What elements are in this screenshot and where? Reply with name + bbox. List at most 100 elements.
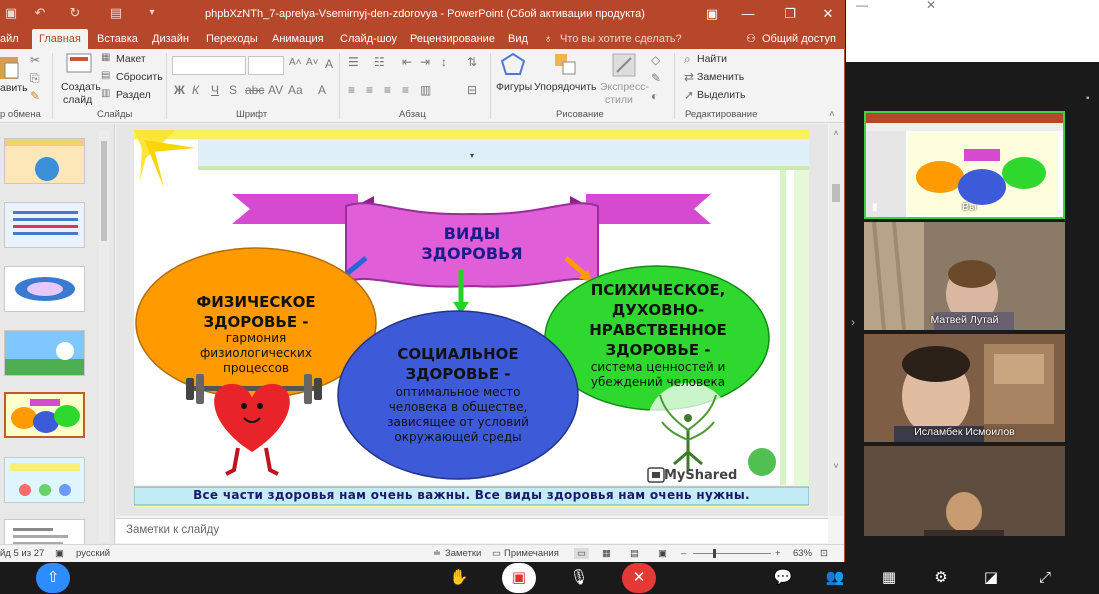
quick-styles-button[interactable]: Экспресс- <box>600 81 649 93</box>
columns-icon[interactable]: ▥ <box>420 83 431 97</box>
expand-panel-icon[interactable]: › <box>851 315 855 329</box>
background-minimize-icon[interactable]: — <box>856 0 868 12</box>
underline-icon[interactable]: Ч <box>211 83 219 97</box>
customize-qat-icon[interactable]: ▾ <box>144 5 160 21</box>
slide-thumbnail-4[interactable] <box>4 330 85 376</box>
undo-icon[interactable]: ↶ <box>32 5 48 21</box>
find-button[interactable]: Найти <box>697 53 727 65</box>
replace-button[interactable]: Заменить <box>697 71 744 83</box>
close-icon[interactable]: ✕ <box>818 4 838 24</box>
indent-decrease-icon[interactable]: ⇤ <box>402 55 412 69</box>
slide-thumbnail-1[interactable] <box>4 138 85 184</box>
numbering-icon[interactable]: ☷ <box>374 55 385 69</box>
background-close-icon[interactable]: ✕ <box>926 0 936 12</box>
fit-slide-icon[interactable]: ⊡ <box>820 548 828 559</box>
reset-button[interactable]: Сбросить <box>116 71 163 83</box>
participant-tile-1[interactable]: Матвей Лутай <box>864 222 1065 330</box>
paste-icon[interactable] <box>0 53 22 81</box>
shapes-icon[interactable] <box>500 52 528 78</box>
settings-gear-icon[interactable]: ⚙ <box>924 563 958 593</box>
tab-review[interactable]: Рецензирование <box>410 29 495 49</box>
video-off-button[interactable]: ▣ <box>502 563 536 593</box>
cut-icon[interactable]: ✂ <box>30 53 40 67</box>
new-slide-label-2[interactable]: слайд <box>63 94 92 106</box>
tab-animation[interactable]: Анимация <box>272 29 324 49</box>
tab-slideshow[interactable]: Слайд-шоу <box>340 29 397 49</box>
microphone-button[interactable]: 🎙 <box>562 563 596 593</box>
redo-icon[interactable]: ↻ <box>67 5 83 21</box>
tab-transitions[interactable]: Переходы <box>206 29 258 49</box>
tab-home[interactable]: Главная <box>32 29 88 49</box>
zoom-out-icon[interactable]: – <box>681 548 686 559</box>
start-slideshow-icon[interactable]: ▤ <box>108 5 124 21</box>
shadow-icon[interactable]: S <box>229 83 237 97</box>
quick-styles-button-2[interactable]: стили <box>605 94 633 106</box>
participant-tile-self[interactable]: Вы ▮ <box>864 111 1065 219</box>
shape-fill-icon[interactable]: ◇ <box>651 53 660 67</box>
align-text-icon[interactable]: ⊟ <box>467 83 477 97</box>
spacing-icon[interactable]: AV <box>268 83 283 97</box>
font-shrink-icon[interactable]: A˅ <box>306 57 319 68</box>
collapse-ribbon-icon[interactable]: ˄ <box>829 109 835 120</box>
fullscreen-button[interactable]: ⤢ <box>1028 563 1062 593</box>
share-screen-button[interactable]: ⇧ <box>36 563 70 593</box>
ribbon-display-icon[interactable]: ▣ <box>702 4 722 24</box>
minimize-view-button[interactable]: ◪ <box>974 563 1008 593</box>
slide-thumbnail-2[interactable] <box>4 202 85 248</box>
shape-outline-icon[interactable]: ✎ <box>651 71 661 85</box>
leave-meeting-button[interactable]: ✕ <box>622 563 656 593</box>
text-direction-icon[interactable]: ⇅ <box>467 55 477 69</box>
zoom-level[interactable]: 63% <box>793 548 812 559</box>
notes-toggle[interactable]: Заметки <box>445 548 481 559</box>
tab-view[interactable]: Вид <box>508 29 528 49</box>
slide-sorter-icon[interactable]: ▦ <box>602 548 611 559</box>
scroll-thumb[interactable] <box>101 141 107 241</box>
align-center-icon[interactable]: ≡ <box>366 83 373 97</box>
zoom-slider-thumb[interactable] <box>713 549 716 558</box>
current-slide[interactable]: ▾ ВИДЫ ЗДОРОВЬЯ ФИЗИЧЕСКОЕ ЗДОРОВЬЕ - га… <box>134 130 809 507</box>
zoom-slider[interactable] <box>693 553 771 554</box>
new-slide-icon[interactable] <box>66 53 92 75</box>
change-case-icon[interactable]: Aa <box>288 83 303 97</box>
normal-view-icon[interactable]: ▭ <box>574 548 589 559</box>
reading-view-icon[interactable]: ▤ <box>630 548 639 559</box>
slide-notes-pane[interactable]: Заметки к слайду <box>116 518 828 543</box>
participant-tile-2[interactable]: Исламбек Исмоилов <box>864 334 1065 442</box>
paste-button-label[interactable]: авить <box>0 82 28 94</box>
chat-button[interactable]: 💬 <box>766 563 800 593</box>
zoom-in-icon[interactable]: + <box>775 548 781 559</box>
justify-icon[interactable]: ≡ <box>402 83 409 97</box>
raise-hand-button[interactable]: ✋ <box>442 563 476 593</box>
tab-insert[interactable]: Вставка <box>97 29 138 49</box>
minimize-icon[interactable]: — <box>738 4 758 24</box>
thumbnail-scrollbar[interactable] <box>99 131 109 543</box>
arrange-button[interactable]: Упорядочить <box>534 81 596 93</box>
font-family-combo[interactable] <box>172 56 246 75</box>
font-size-combo[interactable] <box>248 56 284 75</box>
select-button[interactable]: Выделить <box>697 89 745 101</box>
slide-thumbnail-3[interactable] <box>4 266 85 312</box>
tab-file[interactable]: айл <box>0 29 19 49</box>
align-right-icon[interactable]: ≡ <box>384 83 391 97</box>
copy-icon[interactable]: ⎘ <box>30 71 40 86</box>
bullets-icon[interactable]: ☰ <box>348 55 359 69</box>
align-left-icon[interactable]: ≡ <box>348 83 355 97</box>
bold-icon[interactable]: Ж <box>174 83 185 97</box>
participants-button[interactable]: 👥 <box>818 563 852 593</box>
strikethrough-icon[interactable]: abc <box>245 83 264 97</box>
italic-icon[interactable]: К <box>192 83 199 97</box>
quick-styles-icon[interactable] <box>611 52 637 78</box>
grid-view-button[interactable]: ▦ <box>872 563 906 593</box>
slide-scrollbar[interactable]: ˄ ˅ <box>829 124 843 516</box>
line-spacing-icon[interactable]: ↕ <box>441 55 447 69</box>
language-indicator[interactable]: русский <box>76 548 110 559</box>
slide-thumbnail-5[interactable] <box>4 392 85 438</box>
share-button[interactable]: Общий доступ <box>762 29 836 49</box>
layout-button[interactable]: Макет <box>116 53 146 65</box>
font-grow-icon[interactable]: A˄ <box>289 57 302 68</box>
new-slide-label[interactable]: Создать <box>61 81 101 93</box>
indent-increase-icon[interactable]: ⇥ <box>420 55 430 69</box>
font-color-icon[interactable]: A <box>318 83 326 97</box>
arrange-icon[interactable] <box>553 52 579 78</box>
tell-me-search[interactable]: Что вы хотите сделать? <box>560 29 682 49</box>
